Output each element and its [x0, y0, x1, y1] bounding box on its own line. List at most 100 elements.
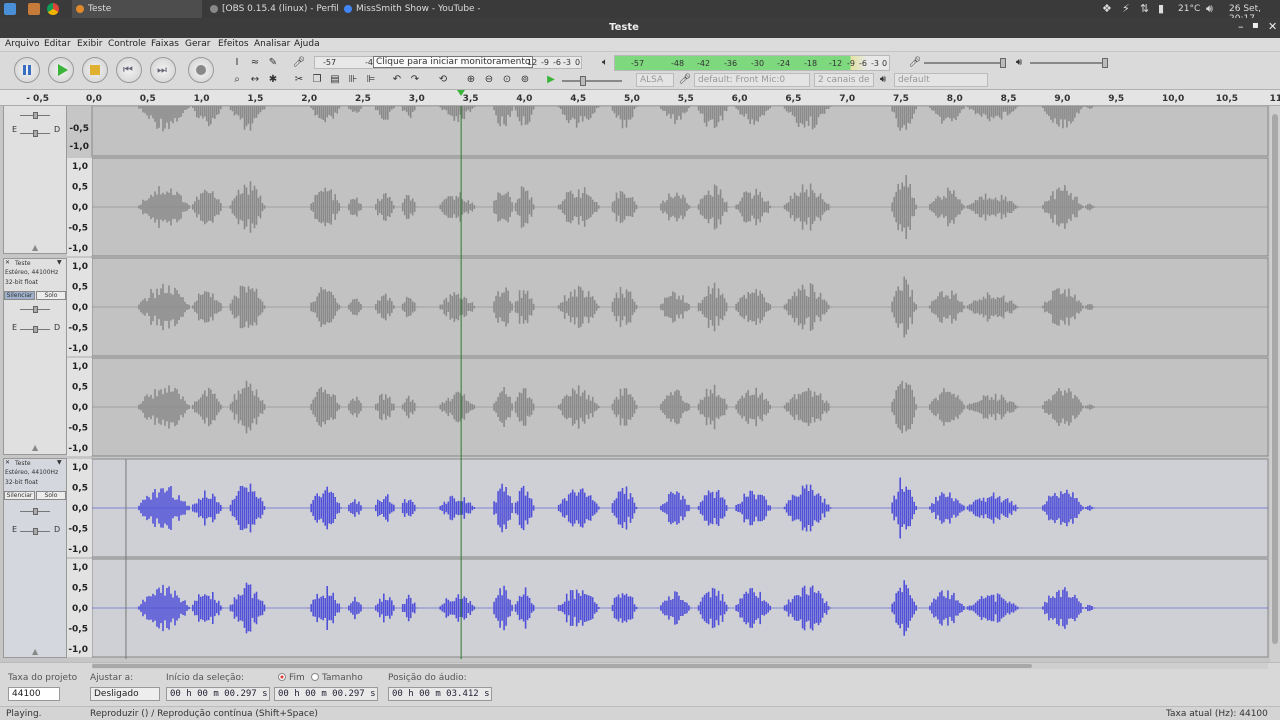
scale-label: 0,5: [72, 183, 88, 193]
ruler-tick: 9,5: [1108, 94, 1125, 104]
vertical-scrollbar[interactable]: [1270, 106, 1280, 662]
channels-select[interactable]: 2 canais de: [814, 73, 874, 87]
slider-thumb[interactable]: [580, 76, 586, 86]
input-device-select[interactable]: default: Front Mic:0: [694, 73, 810, 87]
track-area[interactable]: E D ▲ ✕ Teste ▼ Estéreo, 44100Hz 32-bit …: [0, 106, 1280, 662]
snap-select[interactable]: Desligado: [90, 687, 160, 701]
maximize-icon[interactable]: ▪: [1252, 20, 1259, 31]
play-tick: -6: [859, 59, 867, 68]
selection-tool-icon[interactable]: I: [230, 56, 244, 70]
taskbar-task-youtube[interactable]: MissSmith Show - YouTube - ...: [340, 0, 480, 18]
sync-lock-icon[interactable]: ⟲: [436, 73, 450, 87]
scale-label: 0,5: [72, 283, 88, 293]
end-radio-label[interactable]: Fim: [289, 673, 305, 683]
dropbox-icon[interactable]: ❖: [1102, 2, 1112, 15]
timeline-ruler[interactable]: - 0,5 0,0 0,5 1,0 1,5 2,0 2,5 3,0 3,5 4,0 4,5 5,0 5,…: [0, 90, 1280, 106]
speaker-icon[interactable]: 🔈︎: [598, 56, 612, 70]
record-button[interactable]: [188, 57, 214, 83]
skip-end-button[interactable]: ⏭: [150, 57, 176, 83]
paste-icon[interactable]: ▤: [328, 73, 342, 87]
fit-project-icon[interactable]: ⊚: [518, 73, 532, 87]
network-icon[interactable]: ⇅: [1140, 2, 1149, 15]
draw-tool-icon[interactable]: ✎: [266, 56, 280, 70]
ruler-tick: 1,0: [193, 94, 210, 104]
taskbar-task-teste[interactable]: Teste: [72, 0, 202, 18]
menu-faixas[interactable]: Faixas: [151, 39, 179, 49]
battery-icon[interactable]: ▮: [1158, 2, 1164, 15]
browser-icon[interactable]: [47, 3, 59, 15]
project-rate-select[interactable]: 44100: [8, 687, 60, 701]
stop-button[interactable]: [82, 57, 108, 83]
pause-button[interactable]: [14, 57, 40, 83]
menu-exibir[interactable]: Exibir: [77, 39, 102, 49]
task-label: Teste: [88, 4, 112, 14]
stop-icon: [90, 65, 100, 75]
minimize-icon[interactable]: –: [1238, 20, 1244, 33]
scale-label: 0,5: [72, 383, 88, 393]
timeshift-tool-icon[interactable]: ↔: [248, 73, 262, 87]
undo-icon[interactable]: ↶: [390, 73, 404, 87]
chrome-icon: [344, 5, 352, 13]
end-radio[interactable]: [278, 673, 286, 681]
scrollbar-thumb[interactable]: [92, 664, 1032, 668]
horizontal-scrollbar[interactable]: [92, 663, 1268, 669]
record-volume-slider[interactable]: [924, 58, 1006, 68]
play-tick: -30: [751, 59, 765, 68]
status-rate: Taxa atual (Hz): 44100: [1166, 709, 1268, 719]
record-meter[interactable]: -57 -4 Clique para iniciar monitoramento…: [314, 56, 582, 69]
app-menu-icon[interactable]: [4, 3, 16, 15]
menu-ajuda[interactable]: Ajuda: [294, 39, 320, 49]
silence-icon[interactable]: ⊫: [364, 73, 378, 87]
fit-selection-icon[interactable]: ⊙: [500, 73, 514, 87]
menu-gerar[interactable]: Gerar: [185, 39, 210, 49]
copy-icon[interactable]: ❐: [310, 73, 324, 87]
play-tick: -48: [671, 59, 685, 68]
envelope-tool-icon[interactable]: ≈: [248, 56, 262, 70]
window-titlebar[interactable]: Teste – ▪ ✕: [0, 18, 1280, 38]
output-device-select[interactable]: default: [894, 73, 988, 87]
scale-label: 0,0: [72, 303, 88, 313]
record-meter-hint: Clique para iniciar monitoramento: [373, 56, 534, 68]
length-radio[interactable]: [311, 673, 319, 681]
multi-tool-icon[interactable]: ✱: [266, 73, 280, 87]
play-at-speed-icon[interactable]: ▶: [544, 73, 558, 87]
audacity-icon: [76, 5, 84, 13]
playback-meter[interactable]: -57 -48 -42 -36 -30 -24 -18 -12 -9 -6 -3…: [614, 55, 890, 71]
selection-start-field[interactable]: 00 h 00 m 00.297 s: [166, 687, 270, 701]
ruler-tick: 1,5: [247, 94, 264, 104]
close-icon[interactable]: ✕: [1268, 20, 1277, 33]
waveform-canvas[interactable]: 1,0 0,5 0,0 -0,5 -1,0 1,0 0,5 0,0 -0,5 -1,0 1,0 0,5…: [0, 106, 1280, 662]
selection-end-field[interactable]: 00 h 00 m 00.297 s: [274, 687, 378, 701]
host-select[interactable]: ALSA: [636, 73, 674, 87]
play-speed-slider[interactable]: [562, 76, 622, 86]
mic-icon[interactable]: 🎤︎: [292, 56, 306, 70]
menu-efeitos[interactable]: Efeitos: [218, 39, 249, 49]
menu-analisar[interactable]: Analisar: [254, 39, 290, 49]
slider-thumb[interactable]: [1000, 58, 1006, 68]
ruler-tick: 5,0: [624, 94, 640, 104]
audio-position-field[interactable]: 00 h 00 m 03.412 s: [388, 687, 492, 701]
play-tick: -3: [871, 59, 879, 68]
power-icon[interactable]: ⚡: [1122, 2, 1130, 15]
menu-editar[interactable]: Editar: [44, 39, 71, 49]
length-radio-label[interactable]: Tamanho: [322, 673, 363, 683]
menu-arquivo[interactable]: Arquivo: [5, 39, 39, 49]
redo-icon[interactable]: ↷: [408, 73, 422, 87]
ruler-tick: 6,0: [731, 94, 748, 104]
taskbar-task-obs[interactable]: [OBS 0.15.4 (linux) - Perfil: Se...: [206, 0, 338, 18]
play-tick: -18: [804, 59, 818, 68]
menu-controle[interactable]: Controle: [108, 39, 146, 49]
skip-start-button[interactable]: ⏮: [116, 57, 142, 83]
cut-icon[interactable]: ✂: [292, 73, 306, 87]
trim-icon[interactable]: ⊪: [346, 73, 360, 87]
volume-icon[interactable]: 🔊︎: [1206, 2, 1213, 16]
play-tick: -42: [697, 59, 711, 68]
files-icon[interactable]: [28, 3, 40, 15]
play-button[interactable]: [48, 57, 74, 83]
zoom-in-icon[interactable]: ⊕: [464, 73, 478, 87]
zoom-tool-icon[interactable]: ⌕: [230, 73, 244, 87]
playback-volume-slider[interactable]: [1030, 58, 1108, 68]
scrollbar-thumb[interactable]: [1272, 114, 1278, 644]
slider-thumb[interactable]: [1102, 58, 1108, 68]
zoom-out-icon[interactable]: ⊖: [482, 73, 496, 87]
